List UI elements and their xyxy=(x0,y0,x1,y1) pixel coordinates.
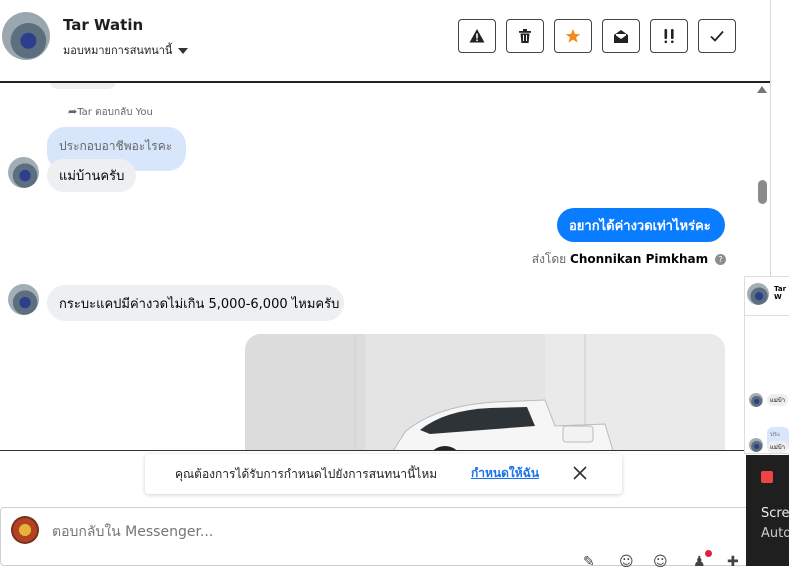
recorder-app-icon xyxy=(761,471,773,483)
photo-attachment[interactable] xyxy=(245,334,725,450)
sender-avatar[interactable] xyxy=(8,157,39,188)
chat-preview-panel[interactable]: Tar W แม่บ้า ประกอ แม่บ้า xyxy=(744,276,789,454)
star-icon xyxy=(565,29,581,43)
assign-label: มอบหมายการสนทนานี้ xyxy=(63,44,173,57)
mark-unread-button[interactable] xyxy=(602,19,640,53)
outgoing-message-bubble: อยากได้ค่างวดเท่าไหร่คะ xyxy=(557,208,725,242)
conversation-header: Tar Watin มอบหมายการสนทนานี้ xyxy=(0,0,770,80)
preview-message: แม่บ้า xyxy=(767,441,788,453)
sticker-icon[interactable]: ☺ xyxy=(653,554,668,570)
chevron-down-icon xyxy=(178,48,189,54)
close-icon[interactable] xyxy=(573,466,587,480)
sent-by-label: ส่งโดย Chonnikan Pimkham ? xyxy=(532,250,726,269)
sender-avatar[interactable] xyxy=(8,284,39,315)
envelope-open-icon xyxy=(614,30,628,43)
star-button[interactable] xyxy=(554,19,592,53)
contact-name[interactable]: Tar Watin xyxy=(63,16,143,34)
help-icon[interactable]: ? xyxy=(715,254,726,265)
reply-indicator: ➦Tar ตอบกลับ You xyxy=(68,105,153,120)
assignment-prompt: คุณต้องการได้รับการกำหนดไปยังการสนทนานี้… xyxy=(145,454,622,494)
assignment-prompt-text: คุณต้องการได้รับการกำหนดไปยังการสนทนานี้… xyxy=(175,467,438,481)
preview-avatar xyxy=(749,393,763,407)
page-avatar xyxy=(11,516,39,544)
preview-avatar xyxy=(747,283,769,305)
reply-composer: ✎ ☺ ☺ ♟ ✚ xyxy=(0,507,749,570)
reply-arrow-icon: ➦ xyxy=(68,105,78,118)
sent-by-name: Chonnikan Pimkham xyxy=(570,252,709,266)
message-thread[interactable]: ➦Tar ตอบกลับ You ประกอบอาชีพอะไรคะ แม่บ้… xyxy=(0,81,770,451)
reply-label-text: Tar ตอบกลับ You xyxy=(77,107,153,118)
mark-priority-button[interactable] xyxy=(650,19,688,53)
tools-icon[interactable]: ✚ xyxy=(727,554,739,570)
recorder-subtitle: Auto xyxy=(761,526,789,541)
scroll-up-arrow[interactable] xyxy=(757,86,767,93)
sent-by-prefix: ส่งโดย xyxy=(531,252,567,266)
assign-to-me-link[interactable]: กำหนดให้ฉัน xyxy=(471,464,539,483)
quoted-message-text: ประกอบอาชีพอะไรคะ xyxy=(59,139,173,153)
incoming-message-text: กระบะแคปมีค่างวดไม่เกิน 5,000-6,000 ไหมค… xyxy=(59,296,340,312)
attachment-icon[interactable]: ✎ xyxy=(583,554,595,570)
mark-spam-button[interactable] xyxy=(458,19,496,53)
preview-avatar xyxy=(749,438,763,452)
preview-divider xyxy=(745,315,789,316)
previous-message-bubble xyxy=(50,83,116,89)
reply-input[interactable] xyxy=(50,516,614,548)
preview-message: แม่บ้า xyxy=(767,394,788,406)
pickup-truck-photo xyxy=(245,334,725,450)
warning-icon xyxy=(469,29,485,43)
mark-done-button[interactable] xyxy=(698,19,736,53)
screen-recorder-popup[interactable]: Scre Auto xyxy=(746,455,789,566)
recorder-title: Scre xyxy=(761,506,789,521)
conversation-pane: Tar Watin มอบหมายการสนทนานี้ ➦Tar ตอบกลั… xyxy=(0,0,770,570)
trash-icon xyxy=(519,29,531,43)
like-icon[interactable]: ♟ xyxy=(693,554,706,570)
contact-avatar[interactable] xyxy=(2,12,50,60)
notification-dot xyxy=(705,550,712,557)
outgoing-message-text: อยากได้ค่างวดเท่าไหร่คะ xyxy=(569,218,711,234)
incoming-message-bubble: แม่บ้านครับ xyxy=(47,159,136,192)
incoming-message-bubble: กระบะแคปมีค่างวดไม่เกิน 5,000-6,000 ไหมค… xyxy=(47,285,344,321)
scrollbar-thumb[interactable] xyxy=(758,180,767,204)
priority-icon xyxy=(664,29,674,44)
incoming-message-text: แม่บ้านครับ xyxy=(59,169,125,184)
delete-button[interactable] xyxy=(506,19,544,53)
preview-name: Tar W xyxy=(774,285,787,301)
assign-dropdown[interactable]: มอบหมายการสนทนานี้ xyxy=(63,41,189,59)
check-icon xyxy=(710,30,724,42)
emoji-icon[interactable]: ☺ xyxy=(619,554,634,570)
